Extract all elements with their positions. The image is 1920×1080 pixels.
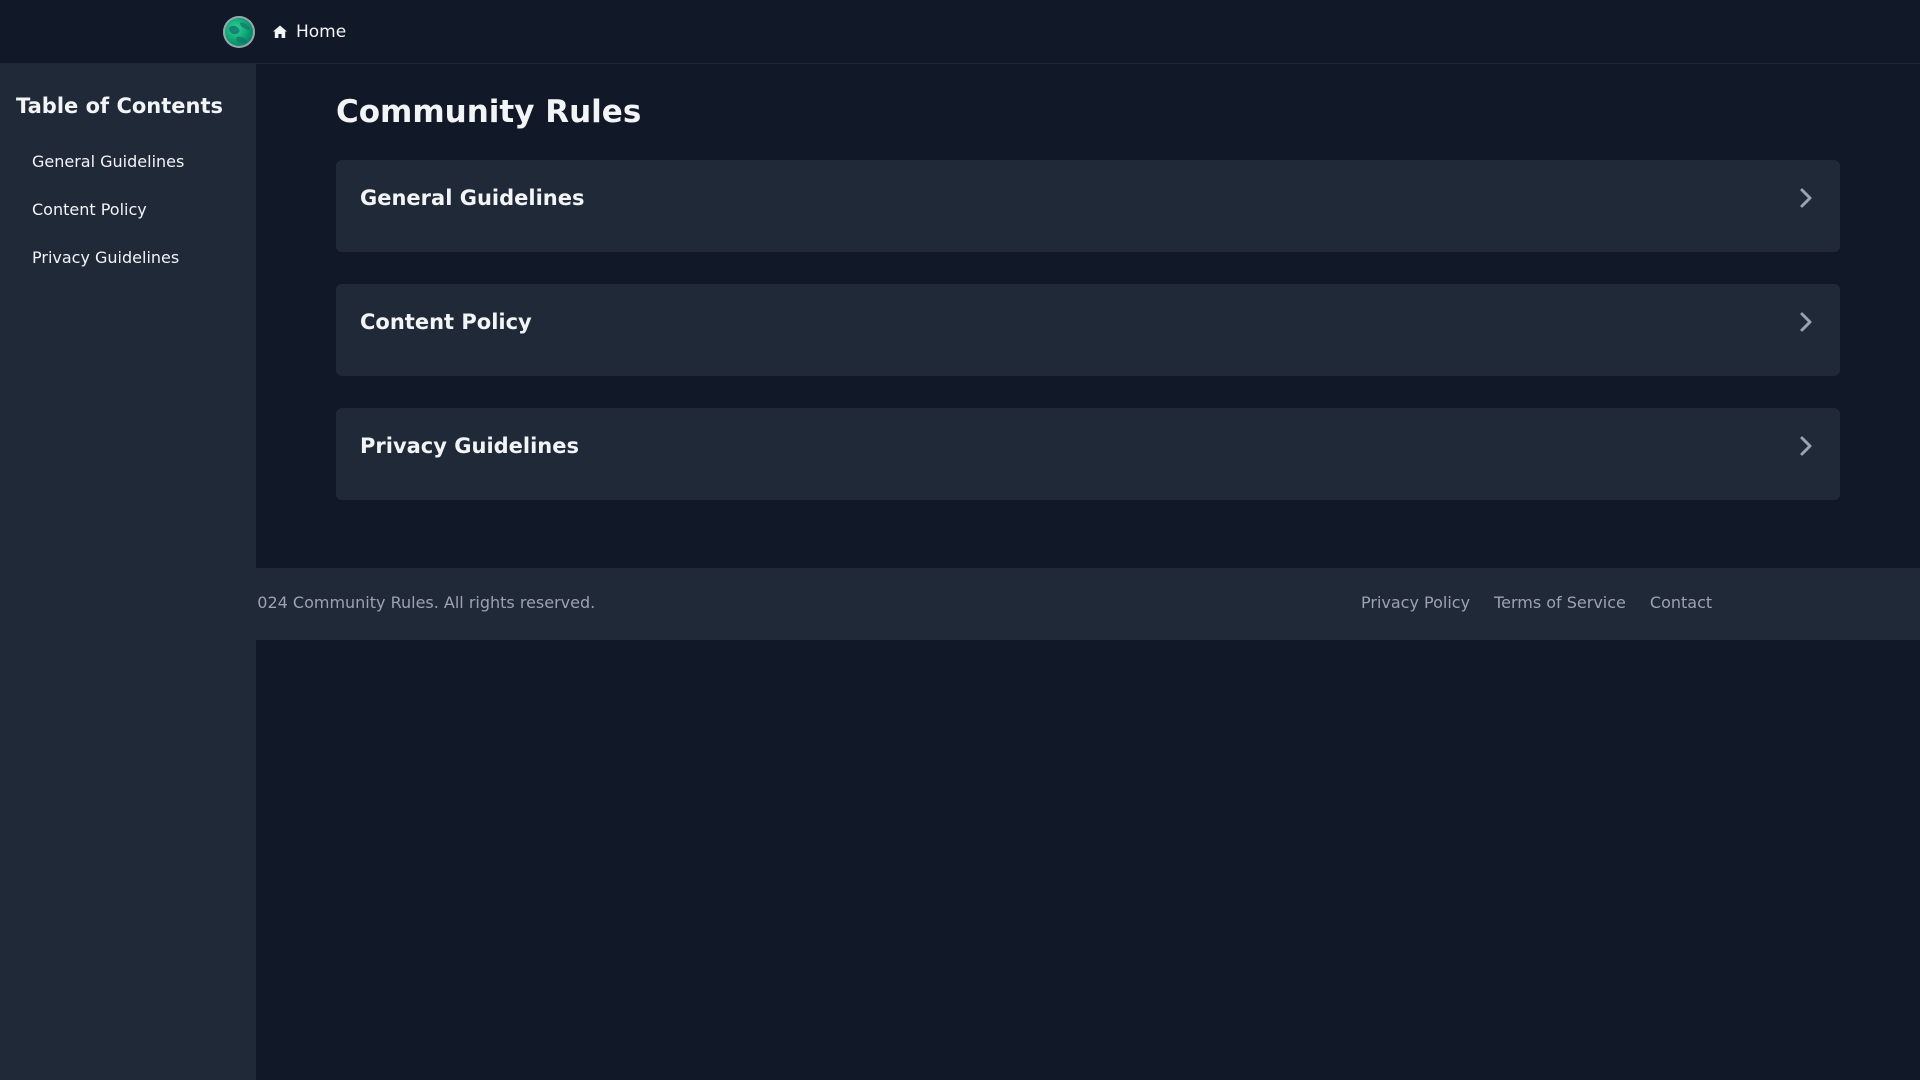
table-of-contents-sidebar: Table of Contents General Guidelines Con… (0, 64, 256, 1080)
sidebar-title: Table of Contents (16, 94, 224, 118)
section-card-general-guidelines[interactable]: General Guidelines (336, 160, 1840, 252)
footer-links: Privacy Policy Terms of Service Contact (1361, 593, 1712, 612)
sidebar-item-general-guidelines[interactable]: General Guidelines (16, 138, 240, 186)
footer-copyright: © 2024 Community Rules. All rights reser… (226, 593, 596, 612)
footer-link-privacy-policy[interactable]: Privacy Policy (1361, 593, 1470, 612)
home-icon (273, 25, 287, 38)
chevron-right-icon (1800, 436, 1812, 456)
sidebar-item-privacy-guidelines[interactable]: Privacy Guidelines (16, 234, 240, 282)
section-card-content-policy[interactable]: Content Policy (336, 284, 1840, 376)
section-title: Content Policy (360, 310, 532, 334)
footer-link-terms-of-service[interactable]: Terms of Service (1494, 593, 1626, 612)
section-title: General Guidelines (360, 186, 585, 210)
sidebar-item-content-policy[interactable]: Content Policy (16, 186, 240, 234)
page-footer: © 2024 Community Rules. All rights reser… (0, 568, 1920, 640)
home-link[interactable]: Home (272, 20, 346, 44)
page-title: Community Rules (336, 94, 642, 130)
chevron-right-icon (1800, 188, 1812, 208)
home-link-label: Home (296, 22, 347, 42)
section-card-privacy-guidelines[interactable]: Privacy Guidelines (336, 408, 1840, 500)
top-navbar: Home (0, 0, 1920, 64)
section-title: Privacy Guidelines (360, 434, 580, 458)
chevron-right-icon (1800, 312, 1812, 332)
globe-logo-icon[interactable] (223, 16, 255, 48)
main-content: Community Rules General Guidelines Conte… (336, 64, 1840, 532)
footer-link-contact[interactable]: Contact (1650, 593, 1712, 612)
